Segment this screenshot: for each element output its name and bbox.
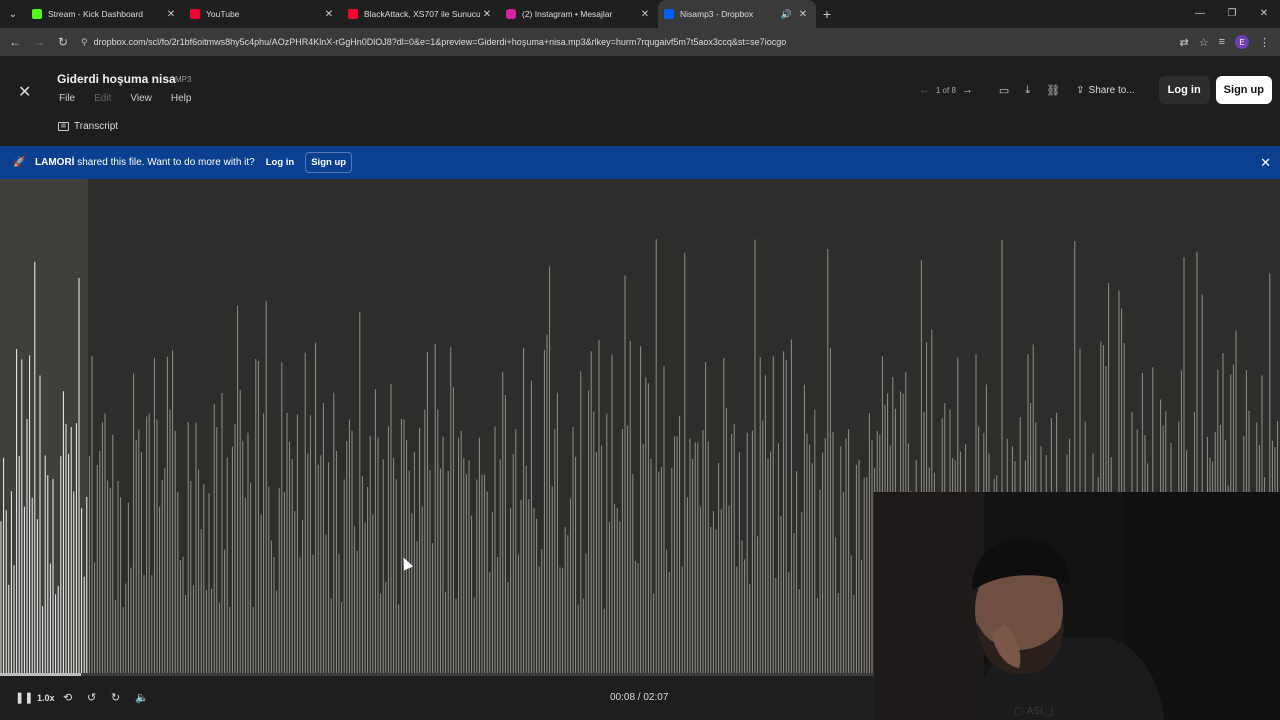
- browser-menu-icon[interactable]: ⋮: [1259, 36, 1270, 49]
- kick-icon: [32, 9, 42, 19]
- media-control-icon[interactable]: ≡: [1219, 36, 1225, 48]
- volume-icon[interactable]: 🔈: [135, 691, 149, 704]
- browser-tab-bar: ⌄ Stream - Kick Dashboard ✕ YouTube ✕ Bl…: [0, 0, 1280, 28]
- login-button[interactable]: Log in: [1158, 76, 1210, 104]
- new-tab-button[interactable]: +: [816, 6, 838, 22]
- dropbox-icon: [664, 9, 674, 19]
- tab-title: Stream - Kick Dashboard: [48, 9, 143, 19]
- forward-10-icon[interactable]: ↻: [111, 691, 120, 704]
- tab-title: (2) Instagram • Mesajlar: [522, 9, 613, 19]
- previous-file-icon[interactable]: ←: [919, 84, 930, 96]
- close-window-icon[interactable]: ✕: [1248, 0, 1280, 28]
- header-actions: ← 1 of 8 → ▭ ⤓ ⛓ ⇪ Share to... Log in Si…: [919, 76, 1272, 104]
- url-text: dropbox.com/scl/fo/2r1bf6oitmws8hy5c4phu…: [93, 37, 787, 47]
- share-icon: ⇪: [1076, 84, 1085, 96]
- viewer-header: ✕ Giderdi hoşuma nisa MP3 File Edit View…: [0, 56, 1280, 146]
- close-tab-icon[interactable]: ✕: [638, 9, 652, 20]
- tab-search-chevron-icon[interactable]: ⌄: [0, 0, 26, 28]
- close-tab-icon[interactable]: ✕: [322, 9, 336, 20]
- time-display: 00:08 / 02:07: [610, 692, 669, 703]
- menu-help[interactable]: Help: [171, 93, 192, 104]
- instagram-icon: [506, 9, 516, 19]
- transcript-icon: ▤: [58, 122, 69, 131]
- close-icon[interactable]: ✕: [18, 82, 31, 102]
- menu-file[interactable]: File: [59, 93, 75, 104]
- profile-avatar[interactable]: E: [1235, 35, 1249, 49]
- address-bar-row: ← → ↻ ⚲ dropbox.com/scl/fo/2r1bf6oitmws8…: [0, 28, 1280, 56]
- signup-button[interactable]: Sign up: [1215, 76, 1272, 104]
- shared-file-banner: 🚀 LAMORİ shared this file. Want to do mo…: [0, 146, 1280, 179]
- tab-dropbox[interactable]: Nisamp3 - Dropbox 🔊 ✕: [658, 0, 816, 28]
- tab-instagram[interactable]: (2) Instagram • Mesajlar ✕: [500, 0, 658, 28]
- tab-youtube[interactable]: YouTube ✕: [184, 0, 342, 28]
- pause-icon[interactable]: ❚❚: [15, 691, 33, 704]
- menu-view[interactable]: View: [130, 93, 152, 104]
- tab-title: Nisamp3 - Dropbox: [680, 9, 754, 19]
- banner-login-button[interactable]: Log in: [261, 153, 300, 172]
- rewind-10-icon[interactable]: ↺: [87, 691, 96, 704]
- viewer-menu: File Edit View Help: [59, 93, 210, 104]
- banner-user: LAMORİ: [35, 157, 75, 168]
- webcam-overlay: ▢ ASL_J: [874, 492, 1280, 720]
- next-file-icon[interactable]: →: [962, 84, 973, 96]
- file-type-badge: MP3: [175, 75, 192, 84]
- rocket-icon: 🚀: [13, 157, 26, 168]
- download-icon[interactable]: ⤓: [1025, 84, 1030, 97]
- file-title: Giderdi hoşuma nisa: [57, 72, 176, 86]
- minimize-icon[interactable]: —: [1184, 0, 1216, 28]
- close-tab-icon[interactable]: ✕: [796, 9, 810, 20]
- playback-speed-button[interactable]: 1.0x: [37, 693, 55, 703]
- window-controls: — ❐ ✕: [1184, 0, 1280, 28]
- speaker-icon[interactable]: 🔊: [781, 9, 792, 20]
- banner-signup-button[interactable]: Sign up: [305, 152, 353, 173]
- banner-text: shared this file. Want to do more with i…: [74, 157, 255, 168]
- bookmark-star-icon[interactable]: ☆: [1199, 36, 1209, 49]
- tab-blackattack[interactable]: BlackAttack, XS707 ile Sunucu ✕: [342, 0, 500, 28]
- transcript-label: Transcript: [74, 121, 119, 132]
- menu-edit[interactable]: Edit: [94, 93, 111, 104]
- comment-icon[interactable]: ▭: [999, 84, 1009, 97]
- back-arrow-icon[interactable]: ←: [3, 35, 27, 49]
- tab-kick-dashboard[interactable]: Stream - Kick Dashboard ✕: [26, 0, 184, 28]
- tab-title: BlackAttack, XS707 ile Sunucu: [364, 9, 480, 19]
- tab-title: YouTube: [206, 9, 240, 19]
- restore-icon[interactable]: ❐: [1216, 0, 1248, 28]
- share-button[interactable]: ⇪ Share to...: [1076, 85, 1135, 96]
- loop-icon[interactable]: ⟲: [63, 691, 72, 704]
- share-label: Share to...: [1088, 84, 1135, 96]
- close-tab-icon[interactable]: ✕: [164, 9, 178, 20]
- pager-label: 1 of 8: [935, 85, 956, 95]
- translate-icon[interactable]: ⇄: [1179, 36, 1188, 49]
- close-tab-icon[interactable]: ✕: [480, 9, 494, 20]
- youtube-icon: [348, 9, 358, 19]
- transcript-button[interactable]: ▤ Transcript: [58, 121, 118, 132]
- svg-text:▢ ASL_J: ▢ ASL_J: [1014, 706, 1053, 717]
- banner-close-icon[interactable]: ✕: [1260, 155, 1271, 171]
- file-pager: ← 1 of 8 →: [919, 84, 973, 96]
- forward-arrow-icon[interactable]: →: [27, 35, 51, 49]
- url-field[interactable]: ⚲ dropbox.com/scl/fo/2r1bf6oitmws8hy5c4p…: [81, 37, 1179, 48]
- site-info-icon[interactable]: ⚲: [81, 37, 88, 48]
- webcam-person-image: ▢ ASL_J: [874, 492, 1280, 720]
- youtube-icon: [190, 9, 200, 19]
- link-icon[interactable]: ⛓: [1046, 84, 1060, 97]
- banner-message: LAMORİ shared this file. Want to do more…: [35, 157, 255, 168]
- reload-icon[interactable]: ↻: [51, 35, 75, 49]
